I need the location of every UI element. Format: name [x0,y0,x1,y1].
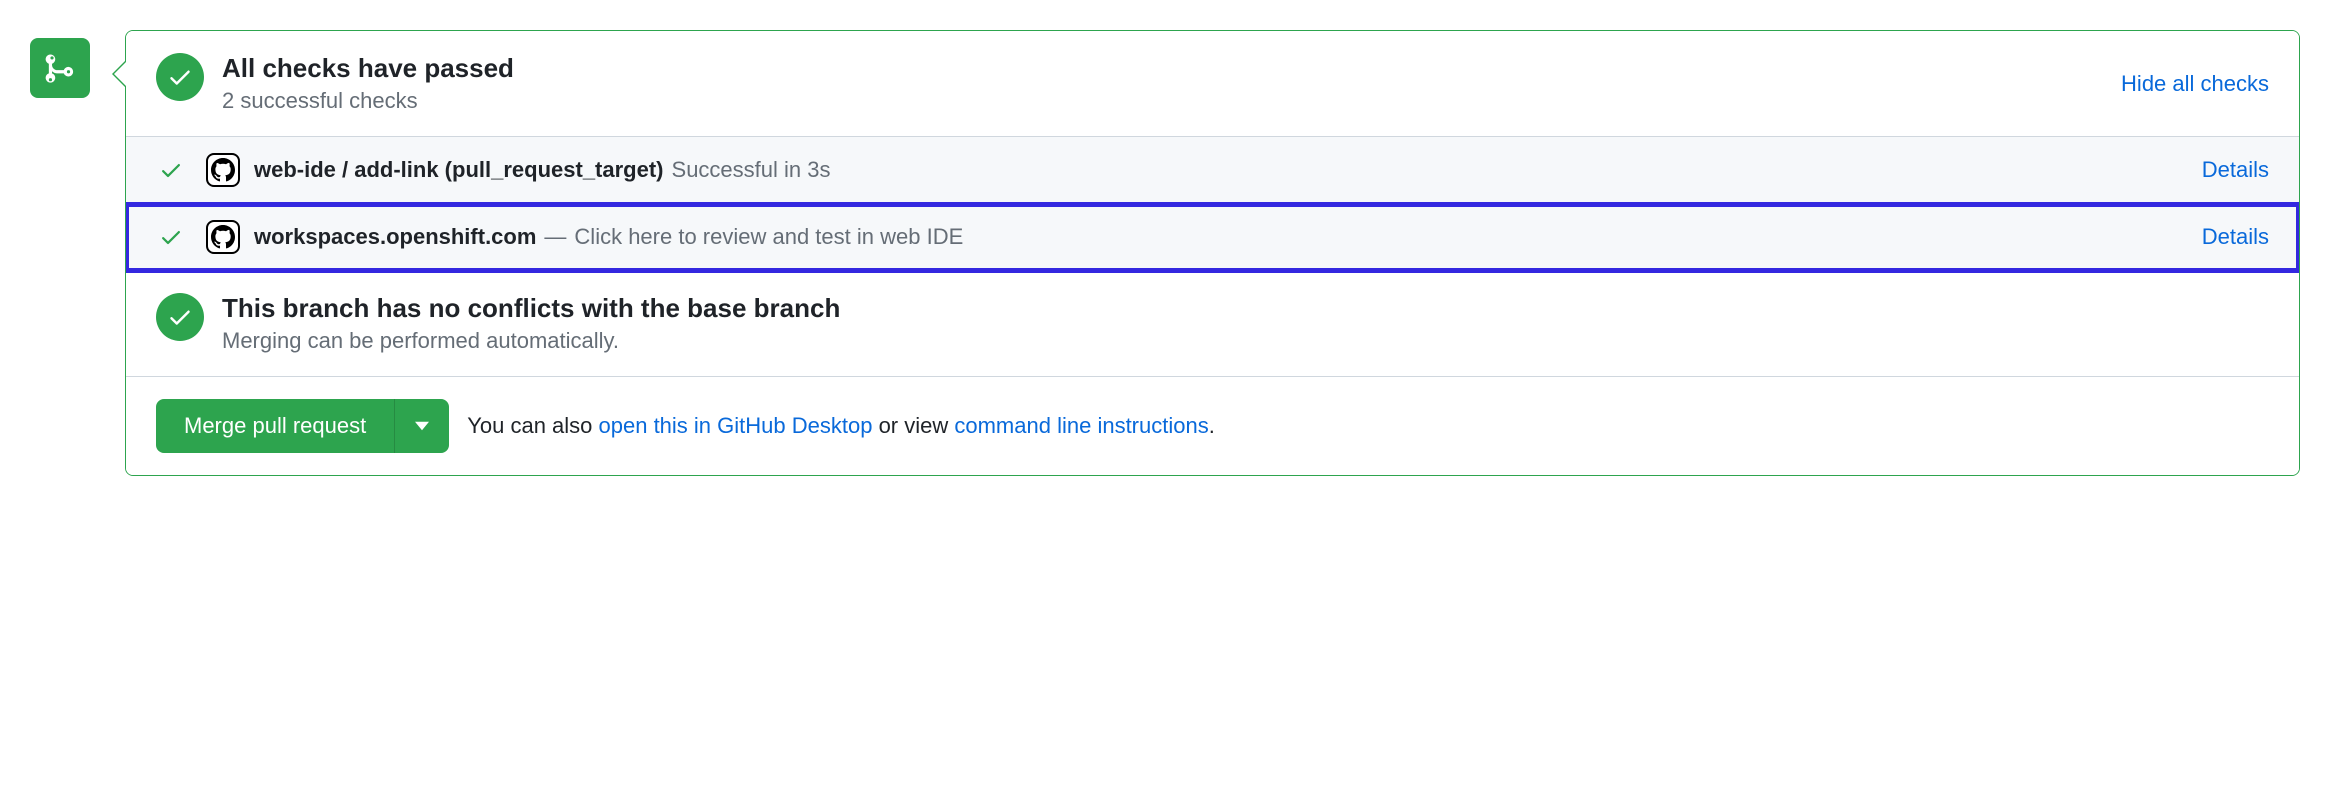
check-status [156,225,186,249]
github-app-avatar [206,153,240,187]
panel-arrow [112,60,126,88]
check-name: workspaces.openshift.com [254,224,536,250]
checks-list: web-ide / add-link (pull_request_target)… [126,137,2299,271]
check-icon [167,304,193,330]
git-merge-badge [30,38,90,98]
merge-hint-prefix: You can also [467,413,598,438]
check-status [156,158,186,182]
checks-status-circle [156,53,204,101]
checks-title: All checks have passed [222,53,2121,84]
merge-hint-text: You can also open this in GitHub Desktop… [467,413,1215,439]
check-icon [159,225,183,249]
caret-down-icon [415,421,429,431]
check-icon [159,158,183,182]
conflicts-title: This branch has no conflicts with the ba… [222,293,2269,324]
check-separator: — [544,224,566,250]
merge-status-panel: All checks have passed 2 successful chec… [125,30,2300,476]
check-row: web-ide / add-link (pull_request_target)… [126,137,2299,204]
hide-all-checks-link[interactable]: Hide all checks [2121,71,2269,97]
merge-hint-suffix: . [1209,413,1215,438]
github-icon [211,225,235,249]
check-icon [167,64,193,90]
command-line-instructions-link[interactable]: command line instructions [954,413,1208,438]
check-description: Click here to review and test in web IDE [574,224,963,250]
merge-button-group: Merge pull request [156,399,449,453]
checks-summary-header: All checks have passed 2 successful chec… [126,31,2299,137]
merge-hint-middle: or view [872,413,954,438]
merge-section: Merge pull request You can also open thi… [126,377,2299,475]
github-app-avatar [206,220,240,254]
check-name: web-ide / add-link (pull_request_target) [254,157,664,183]
merge-pull-request-button[interactable]: Merge pull request [156,399,395,453]
git-merge-icon [43,51,77,85]
open-github-desktop-link[interactable]: open this in GitHub Desktop [599,413,873,438]
github-icon [211,158,235,182]
check-row: workspaces.openshift.com — Click here to… [126,204,2299,271]
conflicts-section: This branch has no conflicts with the ba… [126,271,2299,377]
checks-subtitle: 2 successful checks [222,88,2121,114]
conflicts-subtitle: Merging can be performed automatically. [222,328,2269,354]
check-details-link[interactable]: Details [2202,157,2269,183]
conflicts-status-circle [156,293,204,341]
merge-dropdown-button[interactable] [395,399,449,453]
check-details-link[interactable]: Details [2202,224,2269,250]
check-description: Successful in 3s [672,157,831,183]
